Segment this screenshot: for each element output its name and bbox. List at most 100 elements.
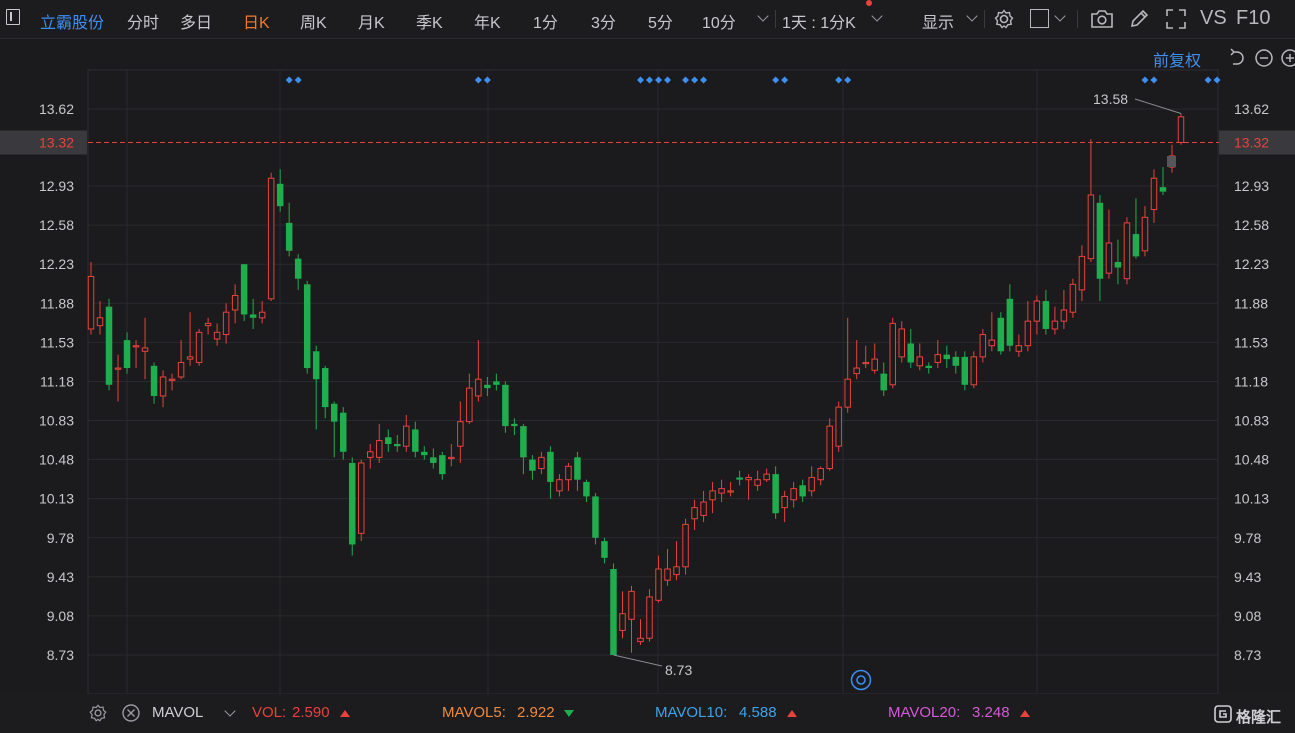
candle-body [943,354,951,360]
event-marker [664,76,672,84]
chevron-down-icon[interactable] [224,705,236,717]
stock-name[interactable]: 立霸股份 [40,9,104,33]
panel-toggle-icon[interactable] [6,9,20,25]
price-tick-left: 11.18 [40,373,74,389]
candle-body [907,343,914,363]
vol-value: 2.590 [292,704,330,721]
event-marker [682,76,690,84]
tab-1min[interactable]: 1分 [533,9,558,33]
candle-body [466,387,473,423]
pencil-icon[interactable] [1128,8,1150,30]
candle-body [1078,255,1086,291]
candle-body [114,367,122,370]
candle-body [844,378,851,408]
candle-body [412,429,419,452]
candle-body [267,177,275,300]
candle-body [736,477,743,480]
candle-body [150,365,158,396]
tab-10min[interactable]: 10分 [702,9,736,33]
tab-3min[interactable]: 3分 [591,9,616,33]
tab-weekly-k[interactable]: 周K [300,9,327,33]
candle-body [1141,216,1149,252]
mavol20-value: 3.248 [972,704,1010,721]
top-toolbar: 立霸股份 分时 多日 日K 周K 月K 季K 年K 1分 3分 5分 10分 1… [0,0,1295,39]
indicator-settings-icon[interactable] [88,703,108,723]
candle-body [637,637,644,643]
candle-body [862,361,869,365]
tab-multiday[interactable]: 多日 [180,9,212,33]
price-tick-left: 9.43 [47,569,74,585]
candle-body [520,426,527,458]
candle-body [502,384,509,427]
candle-body [646,596,653,639]
tab-quarterly-k[interactable]: 季K [416,9,443,33]
tab-5min[interactable]: 5分 [648,9,673,33]
tab-intraday[interactable]: 分时 [127,9,159,33]
f10-button[interactable]: F10 [1236,7,1270,30]
event-marker [781,76,789,84]
candle-body [213,331,221,340]
candle-body [358,462,365,534]
event-marker [294,76,302,84]
event-marker [835,76,843,84]
candle-body [430,457,437,463]
candle-body [475,378,482,397]
candle-body [1159,187,1167,192]
display-menu[interactable]: 显示 [922,9,954,33]
price-tick-right: 9.08 [1234,608,1261,624]
indicator-name[interactable]: MAVOL [152,704,203,721]
candle-body [1087,194,1095,260]
candle-body [421,451,428,456]
candle-body [673,566,680,576]
period-selector[interactable]: 1天 : 1分K [782,9,856,33]
candle-body [925,365,933,369]
chevron-down-icon[interactable] [871,10,883,22]
chevron-down-icon[interactable] [1054,10,1066,22]
up-arrow-icon [1020,710,1030,717]
candle-body [997,317,1005,352]
chevron-down-icon[interactable] [757,10,769,22]
candle-body [619,613,626,631]
candle-body [781,495,788,509]
candle-body [1123,222,1131,280]
indicator-bar: MAVOL VOL: 2.590 MAVOL5: 2.922 MAVOL10: … [0,694,1295,733]
price-tick-left: 9.78 [47,530,74,546]
vs-button[interactable]: VS [1200,7,1227,30]
tab-monthly-k[interactable]: 月K [358,9,385,33]
event-marker [655,76,663,84]
candle-body [1051,320,1059,330]
current-price-tag-right: 13.32 [1234,134,1269,150]
candle-body [385,437,392,444]
chevron-down-icon[interactable] [966,10,978,22]
candle-body [168,378,176,381]
candle-body [141,347,149,352]
gear-icon[interactable] [993,8,1015,30]
camera-icon[interactable] [1090,8,1114,30]
price-tick-right: 10.48 [1234,452,1269,468]
candle-body [159,376,167,397]
divider [775,10,776,28]
brand-logo-icon [1214,705,1232,723]
event-marker [700,76,708,84]
up-arrow-icon [787,710,797,717]
fullscreen-icon[interactable] [1165,8,1187,30]
locate-icon [850,669,872,691]
event-marker [483,76,491,84]
price-tick-right: 8.73 [1234,647,1261,663]
tab-daily-k[interactable]: 日K [243,9,270,33]
tab-yearly-k[interactable]: 年K [474,9,501,33]
price-tick-right: 11.18 [1234,373,1268,389]
candle-body [898,328,905,358]
candle-body [186,356,194,360]
max-annotation-label: 13.58 [1093,91,1128,107]
price-tick-left: 11.53 [40,334,74,350]
candle-body [1024,320,1032,347]
close-icon[interactable] [121,703,141,723]
price-tick-left: 10.48 [39,452,74,468]
candlestick-chart[interactable]: 13.62 13.62 12.93 12.93 12.58 12.58 12.23 12.23… [0,38,1295,694]
candle-body [601,541,608,558]
candle-body [628,590,635,620]
checkbox-icon[interactable] [1030,9,1049,28]
candle-body [826,425,833,470]
event-marker [691,76,699,84]
